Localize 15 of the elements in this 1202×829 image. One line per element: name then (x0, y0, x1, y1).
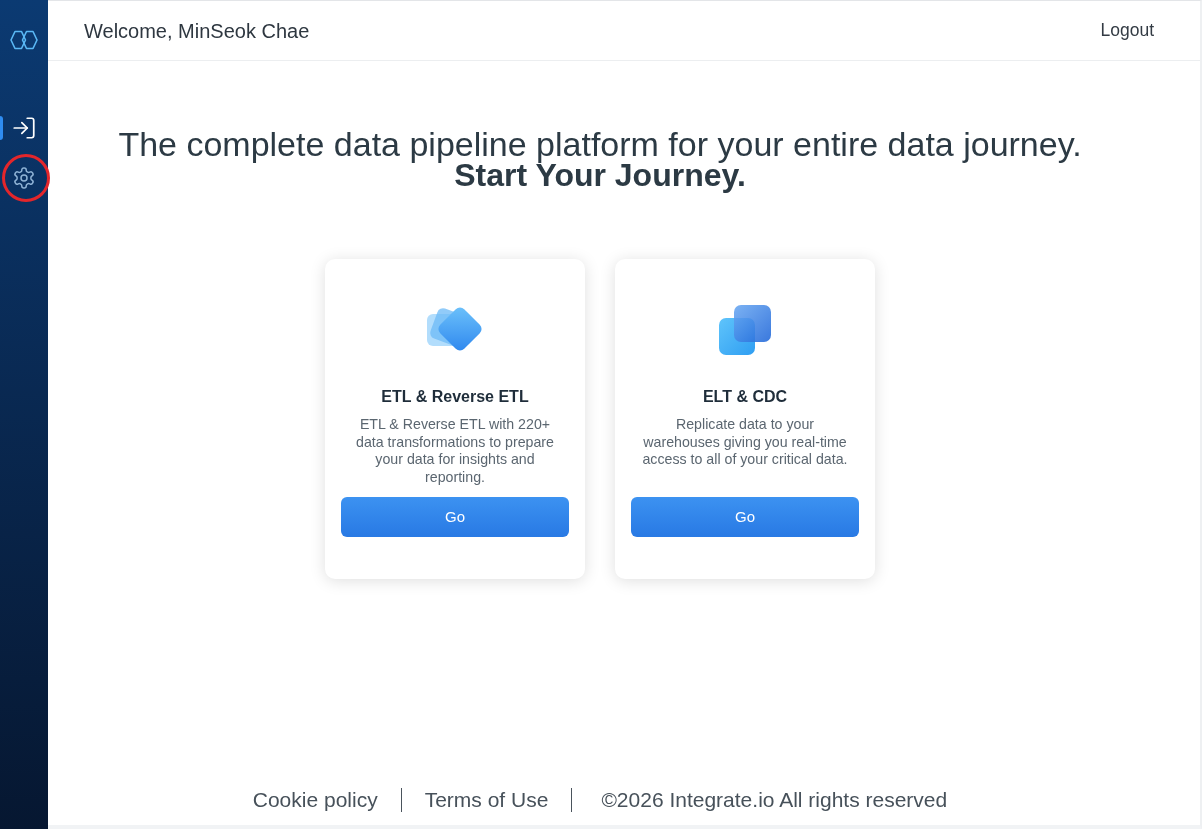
go-button[interactable]: Go (341, 497, 569, 537)
settings-icon (12, 166, 36, 190)
go-button[interactable]: Go (631, 497, 859, 537)
logout-link[interactable]: Logout (1100, 17, 1154, 44)
welcome-text: Welcome, MinSeok Chae (84, 18, 310, 44)
footer-link[interactable]: Cookie policy (252, 786, 378, 814)
sign-in-icon (11, 115, 37, 141)
card-title: ELT & CDC (702, 387, 788, 407)
hexagon-logo-icon (9, 30, 39, 50)
copyright-text: ©2026 Integrate.io All rights reserved (601, 787, 948, 813)
card-description: Replicate data to your warehouses giving you real-time access to all of your critical data. (641, 416, 849, 469)
card-title: ETL & Reverse ETL (381, 387, 529, 407)
overlapping-squares-icon (718, 304, 772, 356)
footer-link[interactable]: Terms of Use (424, 786, 549, 814)
card-description: ETL & Reverse ETL with 220+ data transformations to prepare your data for insights and reporting. (355, 416, 555, 487)
